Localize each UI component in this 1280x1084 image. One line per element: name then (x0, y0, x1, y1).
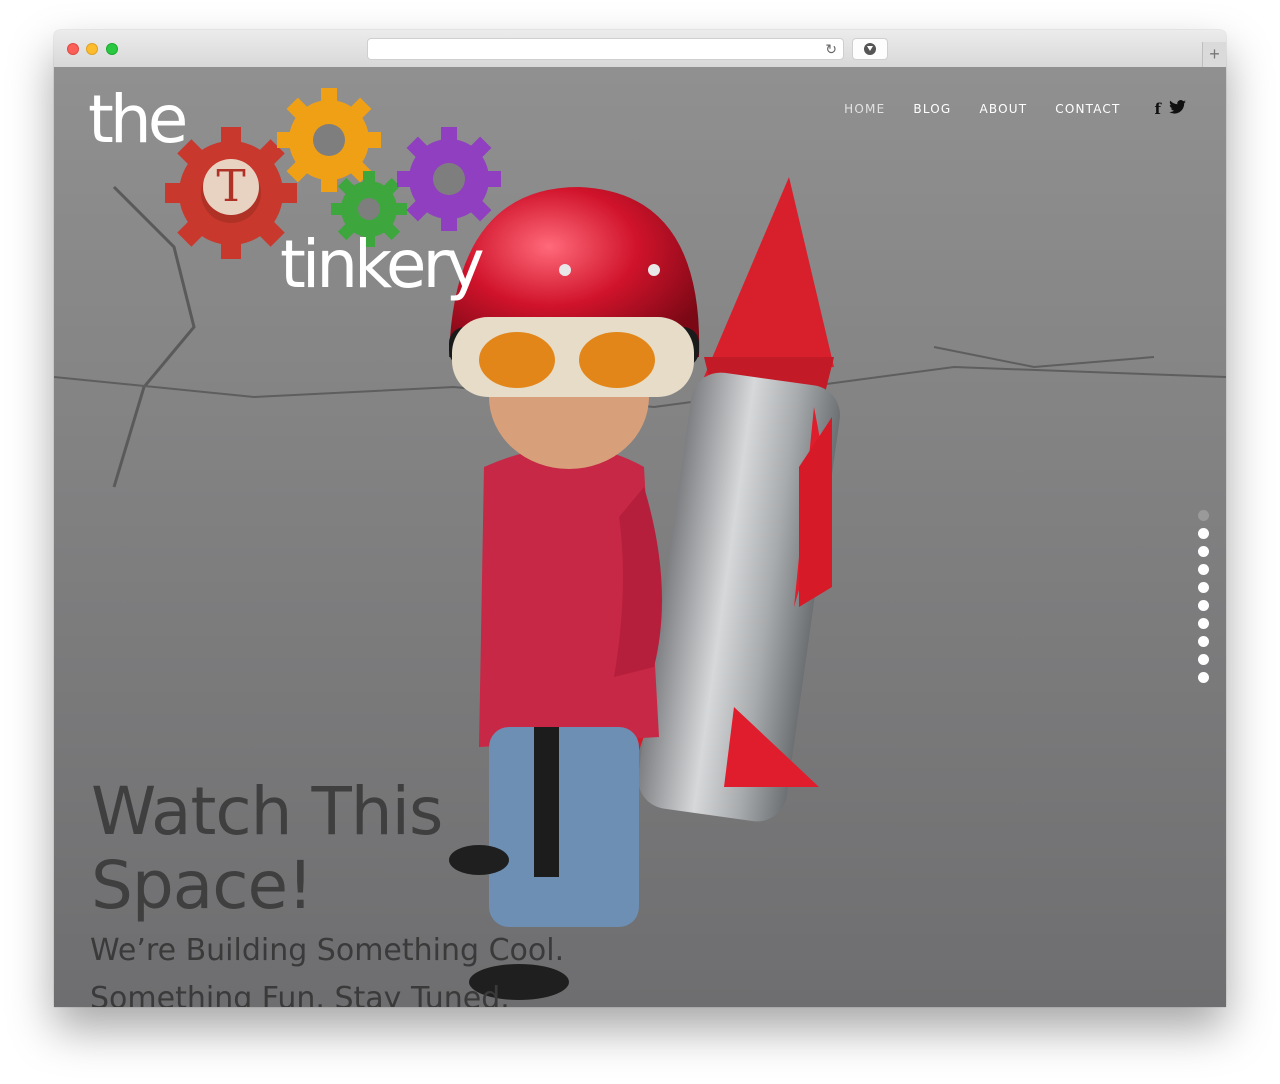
logo-gear-letter: T (203, 159, 259, 215)
download-icon (864, 43, 876, 55)
close-window-button[interactable] (67, 43, 79, 55)
slider-dot[interactable] (1198, 510, 1209, 521)
slider-dot[interactable] (1198, 564, 1209, 575)
nav-home[interactable]: HOME (844, 102, 885, 116)
social-links: f (1147, 100, 1186, 118)
minimize-window-button[interactable] (86, 43, 98, 55)
facebook-icon[interactable]: f (1155, 100, 1161, 118)
twitter-icon[interactable] (1169, 100, 1186, 118)
hero-subtitle-line2: Something Fun. Stay Tuned. (90, 981, 510, 1007)
logo-text-the[interactable]: the (88, 87, 188, 153)
nav-blog[interactable]: BLOG (913, 102, 951, 116)
slider-dot[interactable] (1198, 618, 1209, 629)
hero-subtitle-line1: We’re Building Something Cool. (90, 933, 565, 968)
hero-headline: Watch This Space! (91, 773, 443, 924)
zoom-window-button[interactable] (106, 43, 118, 55)
main-nav: HOME BLOG ABOUT CONTACT f (816, 100, 1186, 118)
address-bar[interactable]: ↻ (367, 38, 844, 60)
slider-dot[interactable] (1198, 672, 1209, 683)
slider-dot[interactable] (1198, 600, 1209, 611)
nav-contact[interactable]: CONTACT (1055, 102, 1120, 116)
slider-pagination (1198, 510, 1212, 690)
hero-headline-line1: Watch This (91, 773, 443, 850)
nav-about[interactable]: ABOUT (979, 102, 1027, 116)
page-viewport: T the tinkery HOME BLOG ABOUT CONTACT f (54, 67, 1226, 1007)
browser-titlebar: ↻ + (54, 30, 1226, 68)
slider-dot[interactable] (1198, 636, 1209, 647)
hero-subtitle: We’re Building Something Cool. Something… (90, 927, 564, 1007)
reload-icon[interactable]: ↻ (825, 40, 837, 58)
downloads-button[interactable] (852, 38, 888, 60)
slider-dot[interactable] (1198, 546, 1209, 557)
slider-dot[interactable] (1198, 654, 1209, 665)
slider-dot[interactable] (1198, 528, 1209, 539)
hero-headline-line2: Space! (91, 847, 314, 924)
browser-window: ↻ + T the tinkery HOME BLOG ABOUT CONTAC… (54, 30, 1226, 1007)
new-tab-button[interactable]: + (1202, 42, 1226, 67)
logo-text-tinkery[interactable]: tinkery (280, 232, 485, 298)
slider-dot[interactable] (1198, 582, 1209, 593)
